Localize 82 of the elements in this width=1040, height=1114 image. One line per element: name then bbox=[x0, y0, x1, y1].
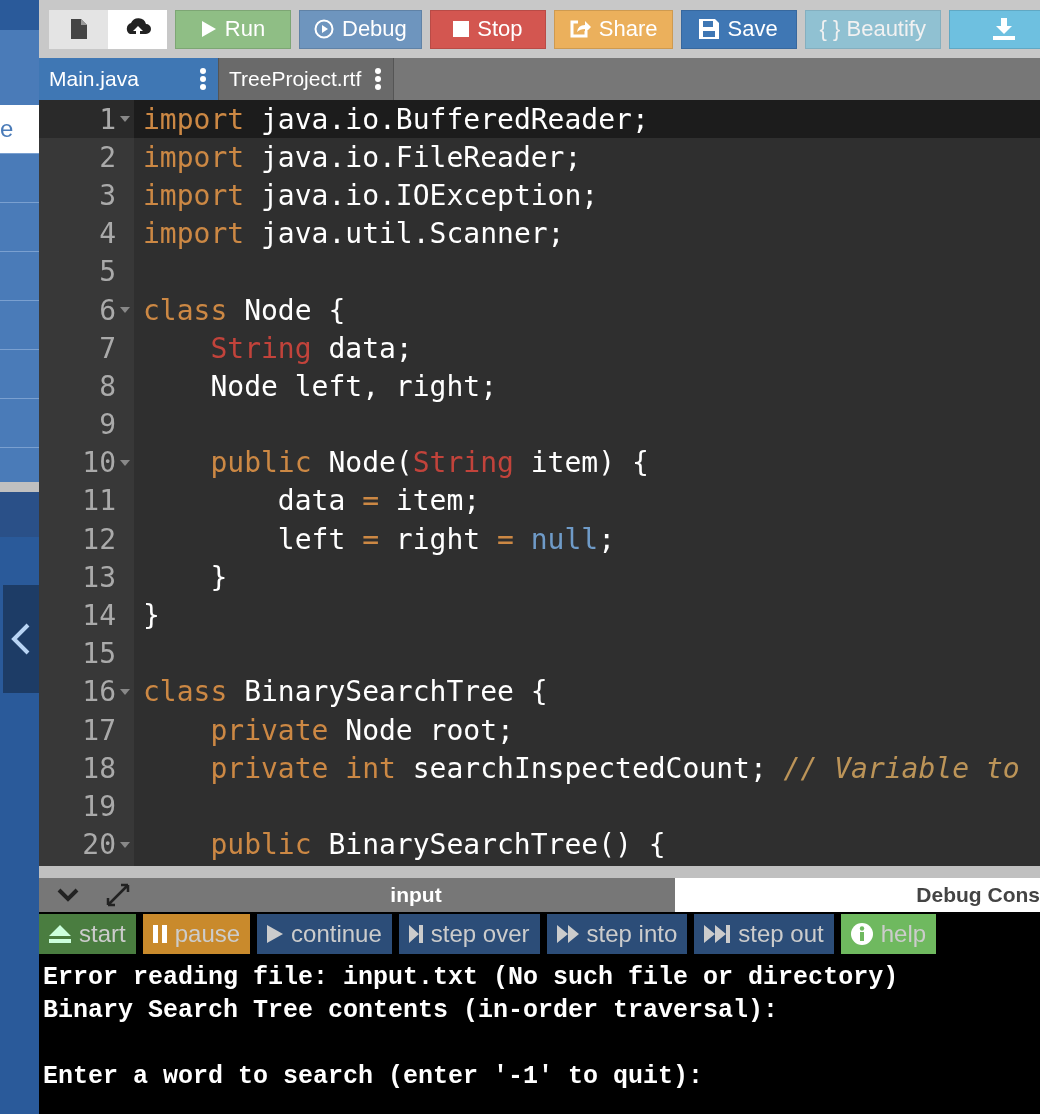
panel-tab[interactable]: Debug Cons bbox=[675, 878, 1040, 912]
start-button[interactable]: start bbox=[39, 913, 136, 954]
code-line: public BinarySearchTree() { bbox=[209, 828, 666, 862]
download-button[interactable] bbox=[949, 9, 1040, 49]
save-button[interactable]: Save bbox=[680, 9, 797, 49]
line-number: 12 bbox=[82, 522, 116, 556]
debug-button[interactable]: Debug bbox=[299, 9, 422, 49]
line-number: 10 bbox=[82, 446, 116, 480]
fold-arrow-icon[interactable] bbox=[120, 688, 130, 695]
code-line: public Node(String item) { bbox=[209, 446, 649, 480]
line-number: 18 bbox=[82, 751, 116, 785]
line-number: 14 bbox=[82, 599, 116, 633]
play-icon bbox=[200, 20, 217, 38]
line-number: 15 bbox=[82, 637, 116, 671]
upload-button[interactable] bbox=[108, 9, 167, 49]
code-line: data = item; bbox=[276, 484, 481, 518]
code-line: private Node root; bbox=[209, 713, 514, 747]
code-line: } bbox=[142, 599, 160, 633]
line-number: 4 bbox=[99, 217, 116, 251]
info-icon bbox=[850, 922, 873, 945]
line-number: 6 bbox=[99, 293, 116, 327]
sidebar-item[interactable]: e bbox=[0, 105, 39, 154]
step-out-button[interactable]: step out bbox=[694, 913, 834, 954]
line-number: 17 bbox=[82, 713, 116, 747]
line-number: 13 bbox=[82, 560, 116, 594]
console-output: Error reading file: input.txt (No such file or directory) bbox=[43, 962, 900, 994]
code-line: private int searchInspectedCount; // Variable to bbox=[209, 751, 1020, 785]
code-line: class Node { bbox=[142, 293, 346, 327]
line-number: 19 bbox=[82, 789, 116, 823]
line-number: 3 bbox=[99, 178, 116, 212]
fold-arrow-icon[interactable] bbox=[120, 459, 130, 466]
continue-button[interactable]: continue bbox=[257, 913, 392, 954]
download-icon bbox=[993, 18, 1015, 40]
code-line: } bbox=[209, 560, 228, 594]
code-line: String data; bbox=[209, 331, 413, 365]
line-number: 5 bbox=[99, 255, 116, 289]
step-into-button[interactable]: step into bbox=[546, 913, 688, 954]
code-line: left = right = null; bbox=[276, 522, 616, 556]
step-forward-icon bbox=[408, 924, 423, 943]
code-line: import java.io.IOException; bbox=[142, 178, 599, 212]
more-options-icon[interactable] bbox=[375, 68, 382, 90]
console-output: Binary Search Tree contents (in-order traversal): bbox=[43, 995, 780, 1027]
play-circle-icon bbox=[314, 19, 334, 39]
code-line: import java.io.BufferedReader; bbox=[142, 102, 649, 136]
skip-forward-icon bbox=[704, 924, 731, 943]
code-line: Node left, right; bbox=[209, 369, 497, 403]
expand-icon[interactable] bbox=[105, 882, 131, 908]
sidebar-section bbox=[0, 492, 39, 537]
file-icon bbox=[70, 19, 87, 39]
code-editor[interactable] bbox=[39, 100, 1040, 866]
file-tab[interactable]: Main.java bbox=[39, 58, 219, 100]
stop-button[interactable]: Stop bbox=[429, 9, 546, 49]
chevron-left-icon bbox=[10, 622, 32, 656]
chevron-down-icon[interactable] bbox=[57, 888, 79, 902]
line-number: 16 bbox=[82, 675, 116, 709]
code-line: import java.io.FileReader; bbox=[142, 140, 582, 174]
line-number: 9 bbox=[99, 408, 116, 442]
line-number: 7 bbox=[99, 331, 116, 365]
fold-arrow-icon[interactable] bbox=[120, 116, 130, 123]
collapse-button[interactable] bbox=[3, 585, 39, 693]
step-over-button[interactable]: step over bbox=[398, 913, 540, 954]
fold-arrow-icon[interactable] bbox=[120, 307, 130, 314]
fold-arrow-icon[interactable] bbox=[120, 841, 130, 848]
pause-icon bbox=[152, 924, 167, 943]
panel-tab[interactable]: input bbox=[157, 878, 675, 912]
code-line: import java.util.Scanner; bbox=[142, 217, 565, 251]
file-tab[interactable]: TreeProject.rtf bbox=[219, 58, 395, 100]
line-number: 20 bbox=[82, 828, 116, 862]
eject-icon bbox=[49, 924, 71, 943]
code-line: class BinarySearchTree { bbox=[142, 675, 548, 709]
new-file-button[interactable] bbox=[49, 9, 108, 49]
play-icon bbox=[267, 924, 284, 943]
line-number: 1 bbox=[99, 102, 116, 136]
sidebar-splitter bbox=[0, 482, 39, 492]
line-number: 11 bbox=[82, 484, 116, 518]
share-icon bbox=[568, 19, 591, 39]
fast-forward-icon bbox=[556, 924, 579, 943]
console-output: Enter a word to search (enter '-1' to quit): bbox=[43, 1061, 705, 1093]
line-number: 8 bbox=[99, 369, 116, 403]
line-number: 2 bbox=[99, 140, 116, 174]
more-options-icon[interactable] bbox=[200, 68, 206, 90]
stop-icon bbox=[453, 21, 470, 37]
